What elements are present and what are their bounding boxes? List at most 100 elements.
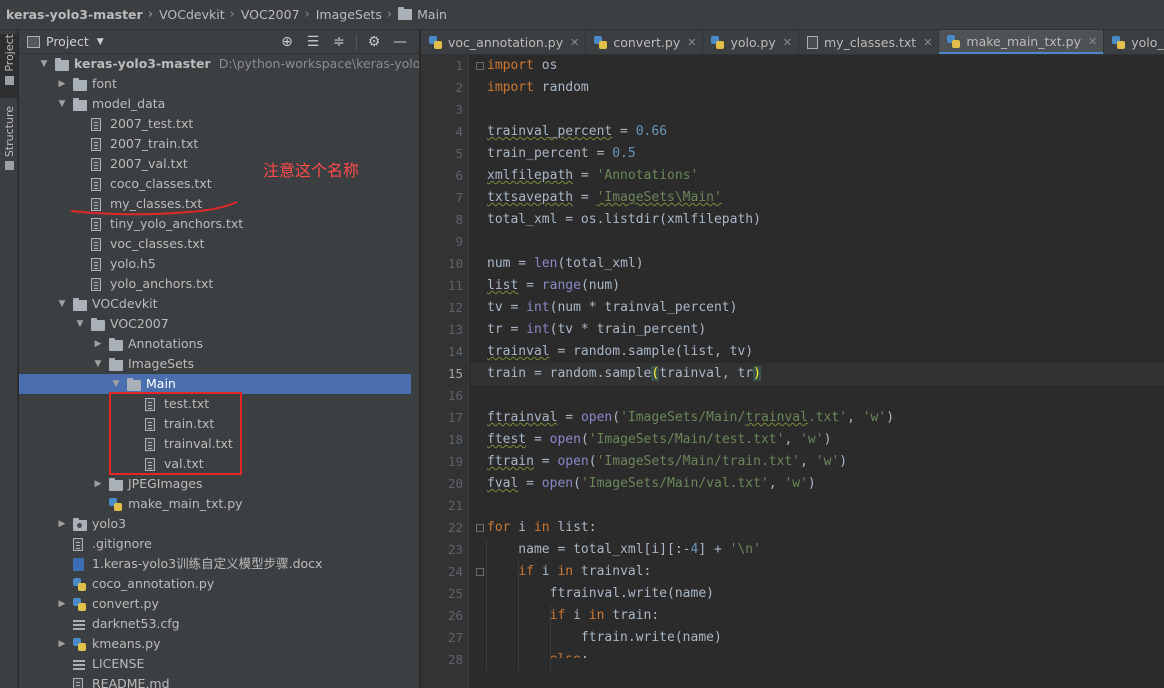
close-icon[interactable]: ✕ [783, 36, 792, 49]
project-tool-tab[interactable]: Project [0, 34, 18, 98]
project-view-icon [27, 35, 40, 48]
close-icon[interactable]: ✕ [1088, 35, 1097, 48]
close-icon[interactable]: ✕ [687, 36, 696, 49]
tree-item[interactable]: 2007_test.txt [19, 114, 411, 134]
tree-item[interactable]: .gitignore [19, 534, 411, 554]
chevron-down-icon[interactable]: ▼ [97, 37, 104, 47]
folder-icon [109, 338, 123, 351]
expanded-arrow-icon[interactable]: ▼ [75, 314, 85, 334]
text-file-icon [806, 36, 818, 49]
tree-item[interactable]: ▼ keras-yolo3-master D:\python-workspace\k… [19, 54, 419, 74]
editor-tab[interactable]: yolo_video.py✕ [1104, 30, 1164, 54]
structure-tool-tab[interactable]: Structure [0, 106, 18, 178]
collapsed-arrow-icon[interactable]: ▶ [93, 474, 103, 494]
collapse-all-icon[interactable]: ≑ [326, 34, 352, 50]
fold-marker-icon[interactable] [476, 62, 484, 70]
editor-tab-bar: voc_annotation.py ✕ convert.py ✕ yolo.py ✕ my_… [421, 30, 1164, 55]
code-token: txtsavepath [487, 190, 574, 205]
tree-item[interactable]: ▶ yolo3 [19, 514, 411, 534]
code-line: if i in trainval: [487, 561, 651, 583]
code-editor[interactable]: import os import random trainval_percent =… [470, 55, 1164, 658]
breadcrumb-item[interactable]: ImageSets › [316, 7, 398, 22]
tree-item[interactable]: ▼ VOC2007 [19, 314, 411, 334]
editor-tab[interactable]: yolo.py ✕ [703, 30, 799, 54]
code-line: xmlfilepath = 'Annotations' [487, 165, 698, 187]
close-icon[interactable]: ✕ [923, 36, 932, 49]
fold-marker-icon[interactable] [476, 524, 484, 532]
tree-item[interactable]: tiny_yolo_anchors.txt [19, 214, 411, 234]
breadcrumb-item[interactable]: keras-yolo3-master › [6, 7, 159, 22]
code-token: = [573, 168, 597, 183]
expanded-arrow-icon[interactable]: ▼ [93, 354, 103, 374]
expanded-arrow-icon[interactable]: ▼ [57, 294, 67, 314]
collapsed-arrow-icon[interactable]: ▶ [57, 634, 67, 654]
tree-item[interactable]: coco_annotation.py [19, 574, 411, 594]
editor-tab-label: convert.py [613, 35, 681, 50]
line-number: 12 [447, 300, 463, 315]
tree-item-label: coco_annotation.py [92, 574, 214, 594]
tree-item-label: tiny_yolo_anchors.txt [110, 214, 243, 234]
tree-item[interactable]: ▶ font [19, 74, 411, 94]
collapsed-arrow-icon[interactable]: ▶ [93, 334, 103, 354]
folder-icon [109, 358, 123, 371]
editor-tab[interactable]: my_classes.txt ✕ [799, 30, 940, 54]
tree-item-label: .gitignore [92, 534, 152, 554]
tree-item[interactable]: LICENSE [19, 654, 411, 674]
breadcrumb-item[interactable]: VOCdevkit › [159, 7, 241, 22]
python-file-icon [73, 578, 86, 591]
breadcrumb-item[interactable]: Main [398, 7, 447, 22]
tree-item[interactable]: ▼ Main [19, 374, 411, 394]
tree-item[interactable]: yolo_anchors.txt [19, 274, 411, 294]
expanded-arrow-icon[interactable]: ▼ [111, 374, 121, 394]
tree-item[interactable]: ▼ model_data [19, 94, 411, 114]
project-view-selector[interactable]: Project [46, 34, 89, 49]
expand-all-icon[interactable]: ☰ [300, 34, 326, 50]
code-token: 0.5 [612, 146, 636, 161]
code-line: trainval_percent = 0.66 [487, 121, 667, 143]
gear-icon[interactable]: ⚙ [361, 34, 387, 50]
tree-item[interactable]: 2007_train.txt [19, 134, 411, 154]
tree-item-label: 1.keras-yolo3训练自定义模型步骤.docx [92, 554, 322, 574]
python-file-icon [594, 36, 608, 49]
tree-item[interactable]: ▶ JPEGImages [19, 474, 411, 494]
editor-tab[interactable]: voc_annotation.py ✕ [421, 30, 587, 54]
code-token: range [541, 278, 581, 293]
tree-item-name: 2007_val.txt [110, 156, 188, 171]
tree-item[interactable]: ▶ Annotations [19, 334, 411, 354]
tree-item[interactable]: ▼ VOCdevkit [19, 294, 411, 314]
tree-item[interactable]: yolo.h5 [19, 254, 411, 274]
tree-item-name: yolo_anchors.txt [110, 276, 214, 291]
tree-item-label: JPEGImages [128, 474, 202, 494]
expanded-arrow-icon[interactable]: ▼ [39, 54, 49, 74]
project-panel: Project ▼ ⊕ ☰ ≑ ⚙ — ▼ keras-yolo3-master D… [19, 30, 420, 688]
tree-item[interactable]: darknet53.cfg [19, 614, 411, 634]
breadcrumb-item[interactable]: VOC2007 › [241, 7, 316, 22]
close-icon[interactable]: ✕ [570, 36, 579, 49]
editor-tab[interactable]: make_main_txt.py ✕ [939, 30, 1105, 54]
code-token: = [573, 190, 597, 205]
code-token: .txt' [807, 410, 848, 425]
expanded-arrow-icon[interactable]: ▼ [57, 94, 67, 114]
editor-tab[interactable]: convert.py ✕ [586, 30, 704, 54]
collapsed-arrow-icon[interactable]: ▶ [57, 514, 67, 534]
collapsed-arrow-icon[interactable]: ▶ [57, 594, 67, 614]
tree-item[interactable]: ▶ convert.py [19, 594, 411, 614]
tree-item[interactable]: make_main_txt.py [19, 494, 411, 514]
tree-item[interactable]: voc_classes.txt [19, 234, 411, 254]
tree-item[interactable]: ▼ ImageSets [19, 354, 411, 374]
code-line: ftrain = open('ImageSets/Main/train.txt'… [487, 451, 847, 473]
tree-item[interactable]: README.md [19, 674, 411, 688]
code-token: tr = [487, 322, 527, 337]
code-token: = [526, 432, 550, 447]
tree-item[interactable]: ▶ kmeans.py [19, 634, 411, 654]
tree-item-label: README.md [92, 674, 170, 688]
tree-item-name: Annotations [128, 336, 204, 351]
minimize-icon[interactable]: — [387, 34, 413, 50]
tree-item-name: model_data [92, 96, 166, 111]
tree-item[interactable]: 1.keras-yolo3训练自定义模型步骤.docx [19, 554, 411, 574]
code-token: open [549, 432, 581, 447]
collapsed-arrow-icon[interactable]: ▶ [57, 74, 67, 94]
tree-item-label: voc_classes.txt [110, 234, 205, 254]
fold-marker-icon[interactable] [476, 568, 484, 576]
locate-icon[interactable]: ⊕ [274, 34, 300, 50]
